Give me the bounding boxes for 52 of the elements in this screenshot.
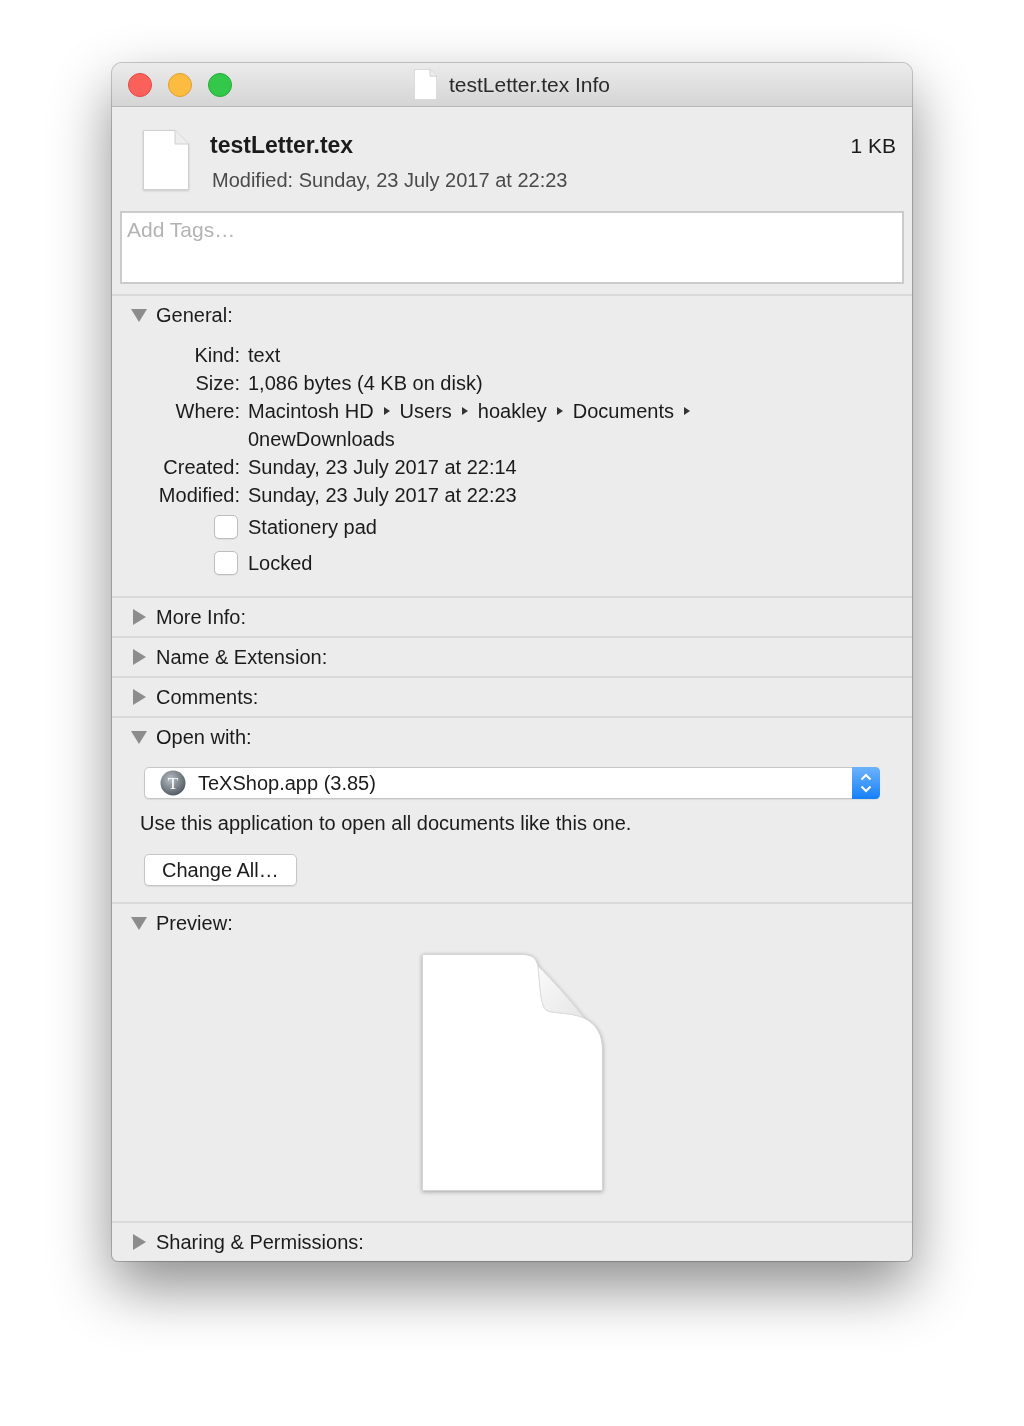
section-title[interactable]: Name & Extension: [156, 645, 328, 669]
section-title[interactable]: Sharing & Permissions: [156, 1230, 364, 1254]
file-size: 1 KB [850, 133, 896, 159]
folder-name: Users [399, 399, 452, 424]
disclosure-triangle-icon[interactable] [131, 916, 147, 930]
disclosure-triangle-icon[interactable] [133, 649, 146, 665]
open-with-note: Use this application to open all documents like this one. [140, 811, 632, 836]
section-title[interactable]: More Info: [156, 605, 247, 629]
disclosure-triangle-icon[interactable] [133, 609, 146, 625]
path-arrow-icon [556, 407, 563, 415]
modified-date: Modified: Sunday, 23 July 2017 at 22:23 [212, 168, 568, 193]
field-value: Sunday, 23 July 2017 at 22:14 [248, 455, 517, 480]
section-title[interactable]: Open with: [156, 725, 252, 749]
document-icon [143, 130, 189, 190]
file-name: testLetter.tex [210, 131, 354, 160]
close-button[interactable] [128, 72, 152, 97]
checkbox[interactable] [214, 551, 238, 575]
minimize-button[interactable] [168, 72, 192, 97]
document-icon [421, 954, 603, 1191]
checkbox-label: Locked [248, 551, 313, 575]
section-title[interactable]: General: [156, 303, 233, 327]
disclosure-triangle-icon[interactable] [133, 1234, 146, 1250]
section-title[interactable]: Preview: [156, 911, 233, 935]
checkbox[interactable] [214, 515, 238, 539]
disclosure-triangle-icon[interactable] [131, 730, 147, 744]
field-label: Created: [162, 455, 240, 480]
field-label: Size: [194, 371, 240, 396]
path-arrow-icon [461, 407, 468, 415]
field-label: Where: [174, 399, 240, 424]
path-arrow-icon [683, 407, 690, 415]
field-label: Modified: [157, 483, 240, 508]
zoom-button[interactable] [208, 72, 232, 97]
field-value: text [248, 343, 281, 368]
path-arrow-icon [383, 407, 390, 415]
stepper-arrows-icon [852, 767, 880, 799]
folder-name: Documents [572, 399, 674, 424]
app-icon: T [160, 770, 186, 796]
field-value: Sunday, 23 July 2017 at 22:23 [248, 483, 517, 508]
tags-field[interactable]: Add Tags… [120, 211, 904, 284]
folder-name: 0newDownloads [248, 427, 395, 452]
document-icon [413, 69, 437, 100]
field-label: Kind: [193, 343, 240, 368]
folder-name: Macintosh HD [248, 399, 374, 424]
change-all-button[interactable]: Change All… [144, 854, 297, 886]
folder-name: hoakley [477, 399, 547, 424]
checkbox-label: Stationery pad [248, 515, 377, 539]
app-popup-button[interactable]: T TeXShop.app (3.85) [144, 767, 880, 799]
field-value: 1,086 bytes (4 KB on disk) [248, 371, 483, 396]
section-title[interactable]: Comments: [156, 685, 259, 709]
disclosure-triangle-icon[interactable] [131, 308, 147, 322]
window-title: testLetter.tex Info [448, 72, 611, 97]
disclosure-triangle-icon[interactable] [133, 689, 146, 705]
